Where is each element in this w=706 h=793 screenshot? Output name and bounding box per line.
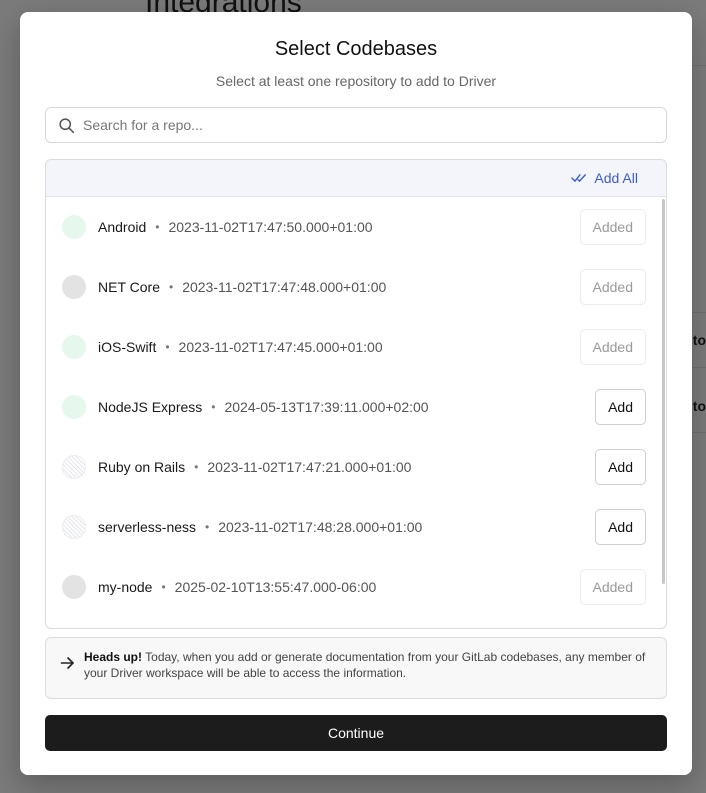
repo-avatar [62, 515, 86, 539]
list-scrollbar[interactable] [662, 199, 665, 584]
notice-heading: Heads up! [84, 650, 143, 664]
repo-row: Android • 2023-11-02T17:47:50.000+01:00 Add… [46, 197, 662, 257]
separator-dot: • [205, 520, 210, 534]
repo-list: Add All Android • 2023-11-02T17:47:50.000+… [45, 159, 667, 629]
heads-up-notice: Heads up! Today, when you add or generat… [45, 637, 667, 699]
repo-avatar [62, 275, 86, 299]
separator-dot: • [161, 580, 166, 594]
add-repo-button[interactable]: Add [595, 389, 646, 425]
repo-date: 2023-11-02T17:48:28.000+01:00 [218, 519, 423, 535]
repo-avatar [62, 395, 86, 419]
add-all-label: Add All [594, 170, 638, 186]
repo-date: 2023-11-02T17:47:45.000+01:00 [178, 339, 383, 355]
notice-text: Today, when you add or generate document… [84, 650, 646, 680]
repo-avatar [62, 575, 86, 599]
repo-avatar [62, 335, 86, 359]
repo-rows: Android • 2023-11-02T17:47:50.000+01:00 Add… [46, 197, 666, 628]
repo-name: NodeJS Express [98, 399, 203, 415]
search-box[interactable] [45, 107, 667, 143]
repo-row: iOS-Swift • 2023-11-02T17:47:45.000+01:00 A… [46, 317, 662, 377]
repo-name: Ruby on Rails [98, 459, 186, 475]
added-repo-button[interactable]: Added [579, 569, 646, 605]
add-repo-button[interactable]: Add [595, 449, 646, 485]
repo-row: my-node • 2025-02-10T13:55:47.000-06:00 Add… [46, 557, 662, 617]
modal-title: Select Codebases [274, 38, 438, 60]
select-codebases-modal: Select Codebases Select at least one rep… [20, 12, 692, 775]
add-repo-button[interactable]: Add [595, 509, 646, 545]
repo-date: 2023-11-02T17:47:21.000+01:00 [207, 459, 412, 475]
repo-row: NodeJS Express • 2024-05-13T17:39:11.000+0… [46, 377, 662, 437]
modal-subtitle: Select at least one repository to add to… [215, 73, 497, 89]
repo-row: NET Core • 2023-11-02T17:47:48.000+01:00 Ad… [46, 257, 662, 317]
repo-name: serverless-ness [98, 519, 197, 535]
repo-date: 2025-02-10T13:55:47.000-06:00 [174, 579, 377, 595]
added-repo-button[interactable]: Added [579, 209, 646, 245]
separator-dot: • [168, 280, 174, 294]
double-check-icon [571, 174, 587, 182]
repo-name: iOS-Swift [98, 339, 157, 355]
repo-name: NET Core [98, 279, 160, 295]
separator-dot: • [194, 460, 199, 474]
repo-row: serverless-ness • 2023-11-02T17:48:28.000+… [46, 497, 662, 557]
repo-avatar [62, 215, 86, 239]
repo-list-header: Add All [46, 160, 666, 197]
arrow-right-icon [60, 657, 74, 669]
separator-dot: • [155, 220, 160, 234]
repo-row: Ruby on Rails • 2023-11-02T17:47:21.000+01… [46, 437, 662, 497]
added-repo-button[interactable]: Added [579, 269, 646, 305]
repo-name: Android [98, 219, 147, 235]
search-input[interactable] [83, 117, 643, 133]
add-all-button[interactable]: Add All [571, 170, 638, 186]
repo-name: my-node [98, 579, 153, 595]
added-repo-button[interactable]: Added [579, 329, 646, 365]
search-icon [59, 117, 75, 133]
repo-date: 2023-11-02T17:47:48.000+01:00 [182, 279, 387, 295]
separator-dot: • [211, 400, 216, 414]
continue-button[interactable]: Continue [45, 715, 667, 751]
separator-dot: • [165, 340, 170, 354]
repo-date: 2024-05-13T17:39:11.000+02:00 [224, 399, 429, 415]
repo-date: 2023-11-02T17:47:50.000+01:00 [168, 219, 373, 235]
repo-avatar [62, 455, 86, 479]
